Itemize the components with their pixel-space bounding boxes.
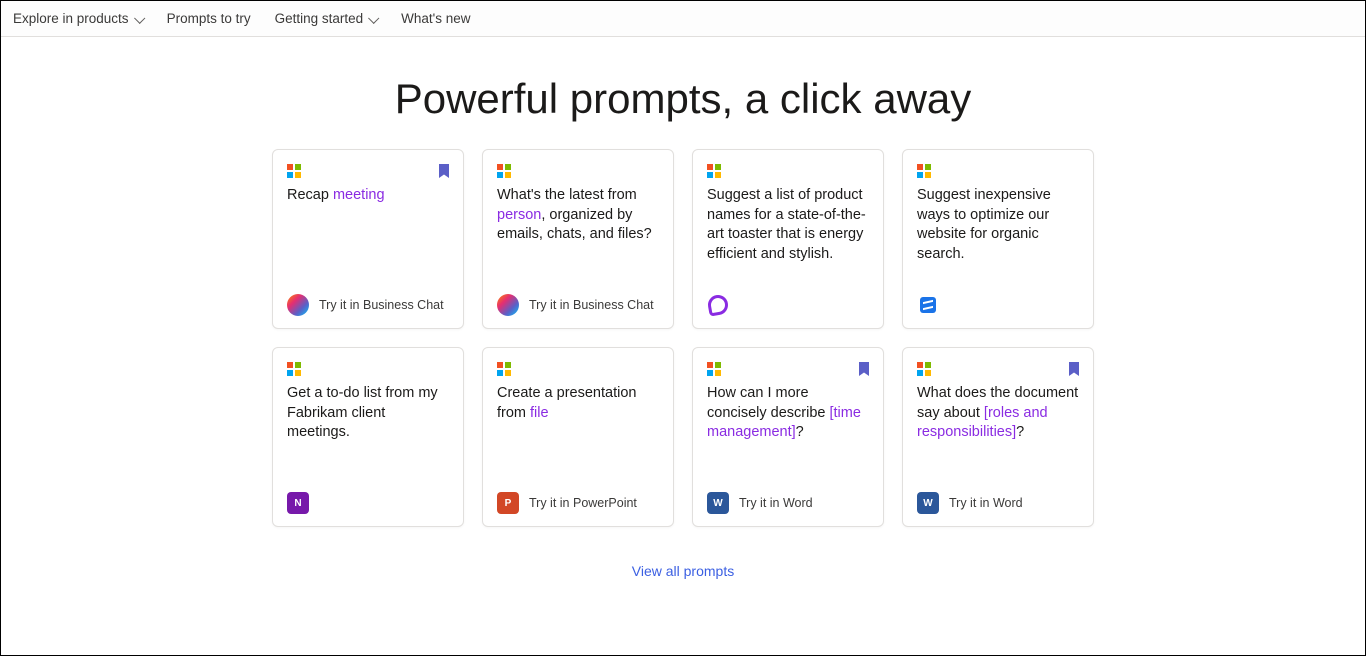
view-all-wrapper: View all prompts [1, 563, 1365, 579]
nav-explore-in-products[interactable]: Explore in products [13, 9, 143, 28]
nav-whats-new[interactable]: What's new [401, 9, 470, 28]
prompt-card[interactable]: Create a presentation from file Try it i… [482, 347, 674, 527]
copilot-icon [497, 294, 519, 316]
try-it-label: Try it in PowerPoint [529, 496, 637, 510]
microsoft-logo-icon [287, 362, 301, 376]
prompt-card[interactable]: Suggest inexpensive ways to optimize our… [902, 149, 1094, 329]
copilot-icon [287, 294, 309, 316]
prompt-text: What does the document say about [roles … [917, 384, 1079, 443]
microsoft-logo-icon [917, 362, 931, 376]
card-footer[interactable] [287, 492, 449, 514]
prompt-text: How can I more concisely describe [time … [707, 384, 869, 443]
page-title: Powerful prompts, a click away [1, 75, 1365, 123]
nav-getting-started[interactable]: Getting started [275, 9, 378, 28]
microsoft-logo-icon [287, 164, 301, 178]
bookmark-icon[interactable] [1069, 362, 1079, 376]
word-icon [707, 492, 729, 514]
prompt-card[interactable]: What's the latest from person, organized… [482, 149, 674, 329]
microsoft-logo-icon [707, 164, 721, 178]
card-footer[interactable] [917, 294, 1079, 316]
word-icon [917, 492, 939, 514]
prompt-card[interactable]: Suggest a list of product names for a st… [692, 149, 884, 329]
card-footer[interactable] [707, 294, 869, 316]
microsoft-logo-icon [707, 362, 721, 376]
nav-explore-label: Explore in products [13, 11, 129, 26]
prompt-card[interactable]: What does the document say about [roles … [902, 347, 1094, 527]
card-footer[interactable]: Try it in PowerPoint [497, 492, 659, 514]
top-nav: Explore in products Prompts to try Getti… [1, 1, 1365, 37]
nav-whats-new-label: What's new [401, 11, 470, 26]
prompt-text: Create a presentation from file [497, 384, 659, 423]
onenote-icon [287, 492, 309, 514]
prompt-text: Recap meeting [287, 186, 449, 206]
prompt-card[interactable]: Recap meeting Try it in Business Chat [272, 149, 464, 329]
card-footer[interactable]: Try it in Business Chat [497, 294, 659, 316]
microsoft-logo-icon [497, 164, 511, 178]
view-all-prompts-link[interactable]: View all prompts [632, 563, 734, 579]
bookmark-icon[interactable] [439, 164, 449, 178]
try-it-label: Try it in Word [949, 496, 1023, 510]
loop-icon [707, 294, 729, 316]
nav-prompts-to-try[interactable]: Prompts to try [167, 9, 251, 28]
microsoft-logo-icon [497, 362, 511, 376]
try-it-label: Try it in Word [739, 496, 813, 510]
prompt-text: Get a to-do list from my Fabrikam client… [287, 384, 449, 443]
prompt-card[interactable]: Get a to-do list from my Fabrikam client… [272, 347, 464, 527]
prompt-card[interactable]: How can I more concisely describe [time … [692, 347, 884, 527]
whiteboard-icon [917, 294, 939, 316]
nav-prompts-label: Prompts to try [167, 11, 251, 26]
try-it-label: Try it in Business Chat [529, 298, 654, 312]
chevron-down-icon [134, 12, 145, 23]
card-footer[interactable]: Try it in Word [917, 492, 1079, 514]
prompt-grid: Recap meeting Try it in Business Chat Wh… [1, 149, 1365, 527]
prompt-text: Suggest inexpensive ways to optimize our… [917, 186, 1079, 264]
microsoft-logo-icon [917, 164, 931, 178]
prompt-text: Suggest a list of product names for a st… [707, 186, 869, 264]
card-footer[interactable]: Try it in Word [707, 492, 869, 514]
card-footer[interactable]: Try it in Business Chat [287, 294, 449, 316]
chevron-down-icon [368, 12, 379, 23]
bookmark-icon[interactable] [859, 362, 869, 376]
powerpoint-icon [497, 492, 519, 514]
try-it-label: Try it in Business Chat [319, 298, 444, 312]
prompt-text: What's the latest from person, organized… [497, 186, 659, 245]
nav-getting-started-label: Getting started [275, 11, 364, 26]
